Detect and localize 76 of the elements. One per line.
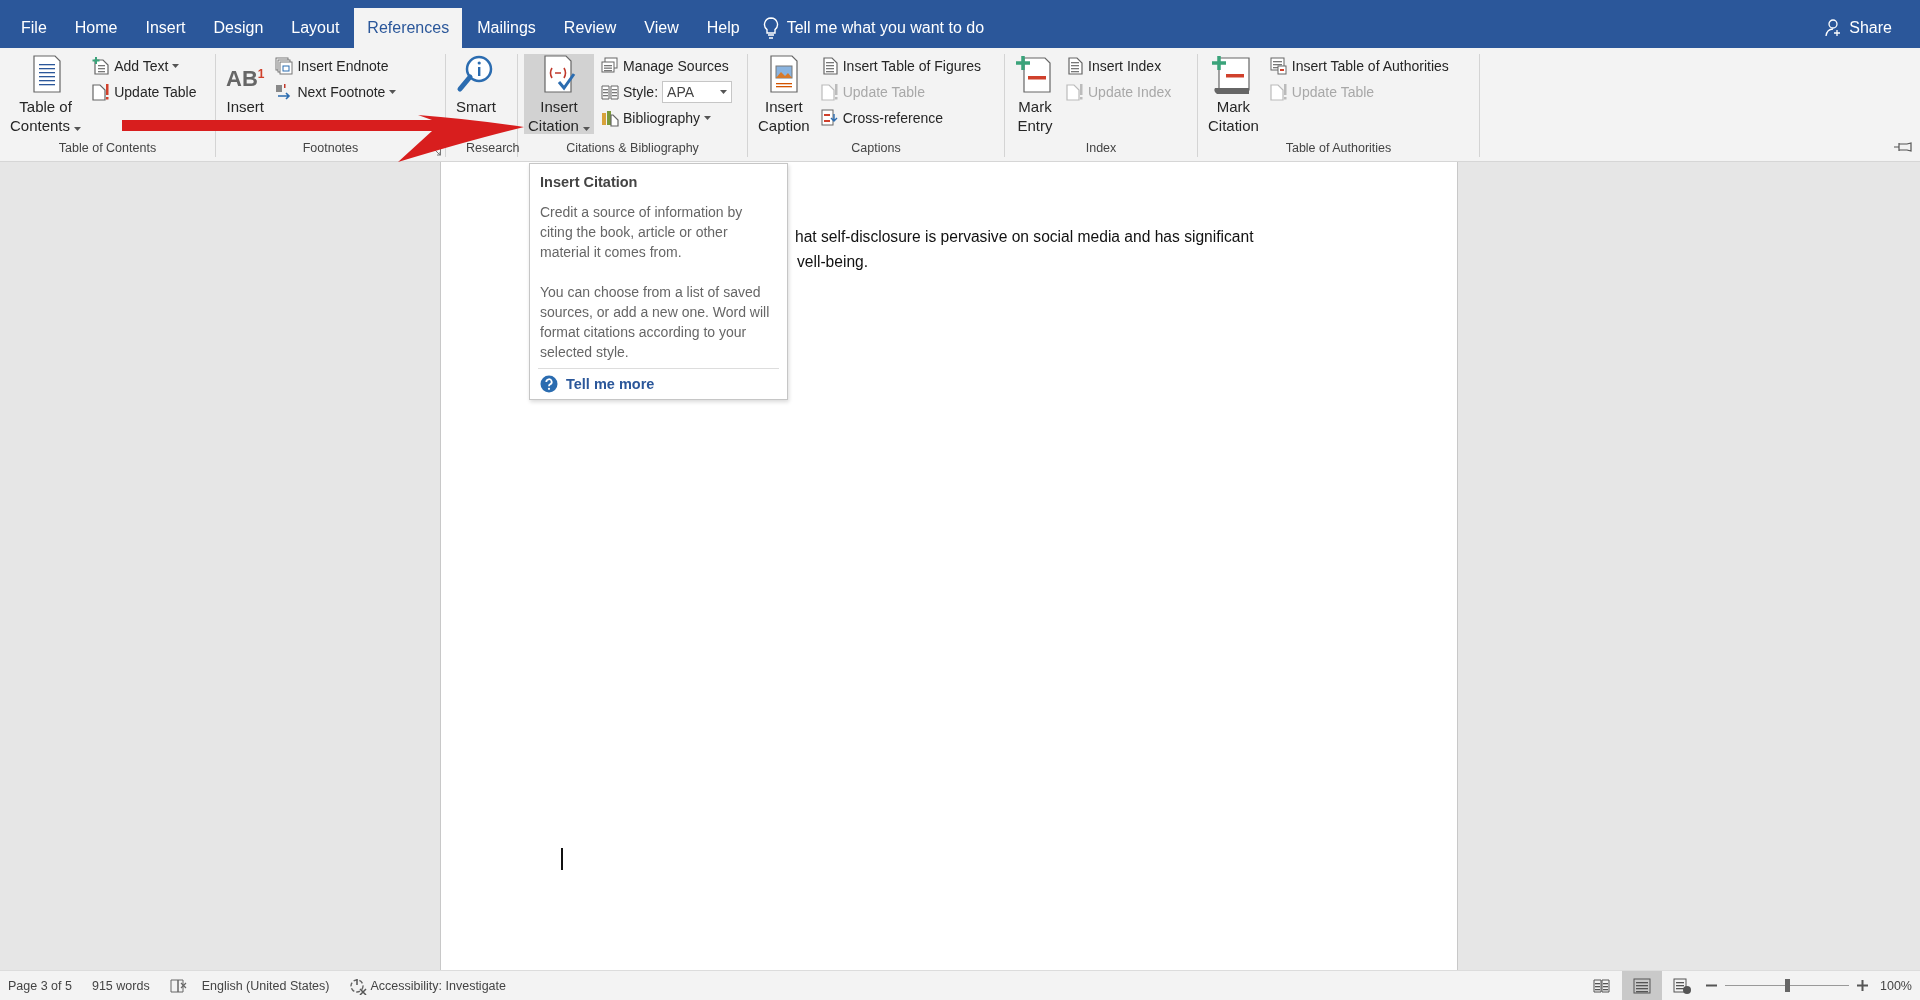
ribbon-button[interactable]: Insert Caption [754, 54, 814, 134]
ribbon-button[interactable]: Update Table [89, 80, 200, 104]
endnote-icon [275, 57, 294, 75]
tooltip-title: Insert Citation [540, 174, 639, 190]
update-icon [92, 83, 111, 101]
ribbon-tab[interactable]: View [631, 8, 692, 48]
text-cursor [561, 848, 563, 870]
ribbon-tab[interactable]: Design [200, 8, 277, 48]
tooltip-text: You can choose from a list of saved sources, or add a new one. Word will format citations according to your selected style. [540, 283, 771, 362]
group-label: Footnotes [301, 141, 360, 155]
word-count: 915 words [91, 978, 150, 993]
books-icon [601, 109, 620, 127]
update-icon [1066, 83, 1084, 101]
share-button[interactable]: Share [1819, 8, 1898, 48]
group-label: Research [465, 141, 521, 155]
caret-icon [720, 90, 728, 94]
plus-icon [1857, 980, 1868, 991]
document-text: vell-being. [797, 252, 870, 272]
group-label: Index [1084, 141, 1118, 155]
ribbon-tab[interactable]: Insert [132, 8, 199, 48]
lightbulb-icon [762, 17, 779, 39]
ribbon-button[interactable]: Insert Table of Authorities [1266, 54, 1452, 78]
accessibility-status: Accessibility: Investigate [370, 978, 506, 993]
page-count: Page 3 of 5 [8, 978, 72, 993]
ribbon-tab[interactable]: References [354, 8, 463, 48]
accessibility-icon [349, 976, 368, 995]
ribbon-button[interactable]: Mark Citation [1204, 54, 1263, 134]
ribbon-tab[interactable]: Mailings [464, 8, 549, 48]
ribbon-button[interactable]: Add Text [89, 54, 200, 78]
add-text-icon [92, 57, 111, 75]
slider-thumb[interactable] [1785, 979, 1790, 992]
ribbon-button[interactable]: Mark Entry [1011, 54, 1059, 134]
ribbon-button[interactable]: Insert Table of Figures [817, 54, 984, 78]
update-icon [820, 83, 839, 101]
ribbon-tab[interactable]: Review [550, 8, 630, 48]
document-text: hat self-disclosure is pervasive on social media and has significant [795, 227, 1255, 247]
ribbon-button[interactable]: Insert Endnote [272, 54, 400, 78]
help-icon [540, 375, 558, 393]
ribbon-button[interactable]: Insert Citation [524, 54, 595, 134]
style-dropdown[interactable]: APA [662, 81, 733, 103]
update-icon [1269, 83, 1288, 101]
ribbon-button[interactable]: Bibliography [598, 106, 736, 130]
document-icon [820, 57, 839, 75]
footnote-icon: AB$^{1}$ [226, 54, 265, 96]
style-label: Style: [623, 84, 659, 100]
pin-icon [1894, 142, 1912, 152]
book-icon [601, 83, 620, 101]
document-icon [1066, 57, 1084, 75]
group-label: Table of Contents [57, 141, 158, 155]
group-label: Table of Authorities [1284, 141, 1393, 155]
authorities-icon [1269, 57, 1288, 75]
print-layout-icon [1633, 977, 1651, 994]
ribbon-button[interactable]: AB$^{1}$ Insert [222, 54, 269, 115]
ribbon-tab[interactable]: File [8, 8, 60, 48]
ribbon-button[interactable]: Table of Contents [6, 54, 86, 134]
tell-me-field[interactable]: Tell me what you want to do [784, 18, 1049, 38]
ribbon-button[interactable]: Cross-reference [817, 106, 984, 130]
view-button[interactable] [1622, 971, 1662, 1000]
ribbon-button[interactable]: Manage Sources [598, 54, 736, 78]
language-status: English (United States) [201, 978, 330, 993]
group-label: Captions [850, 141, 902, 155]
ribbon-tab[interactable]: Layout [278, 8, 353, 48]
web-layout-icon [1673, 977, 1691, 994]
zoom-level: 100% [1880, 978, 1912, 993]
tooltip-text: Credit a source of information by citing the book, article or other material it comes from. [540, 203, 744, 262]
group-label: Citations & Bibliography [565, 141, 700, 155]
sources-icon [601, 57, 620, 75]
ribbon-tab[interactable]: Help [693, 8, 753, 48]
tell-me-more-link[interactable]: Tell me more [540, 375, 655, 393]
ribbon-button[interactable]: Next Footnote [272, 80, 400, 104]
ribbon-button[interactable]: Insert Index [1063, 54, 1175, 78]
ribbon-tab[interactable]: Home [61, 8, 131, 48]
read-mode-icon [1593, 978, 1611, 993]
cross-reference-icon [820, 109, 839, 127]
book-check-icon [169, 978, 188, 993]
ribbon-button[interactable]: Smart [452, 54, 500, 115]
